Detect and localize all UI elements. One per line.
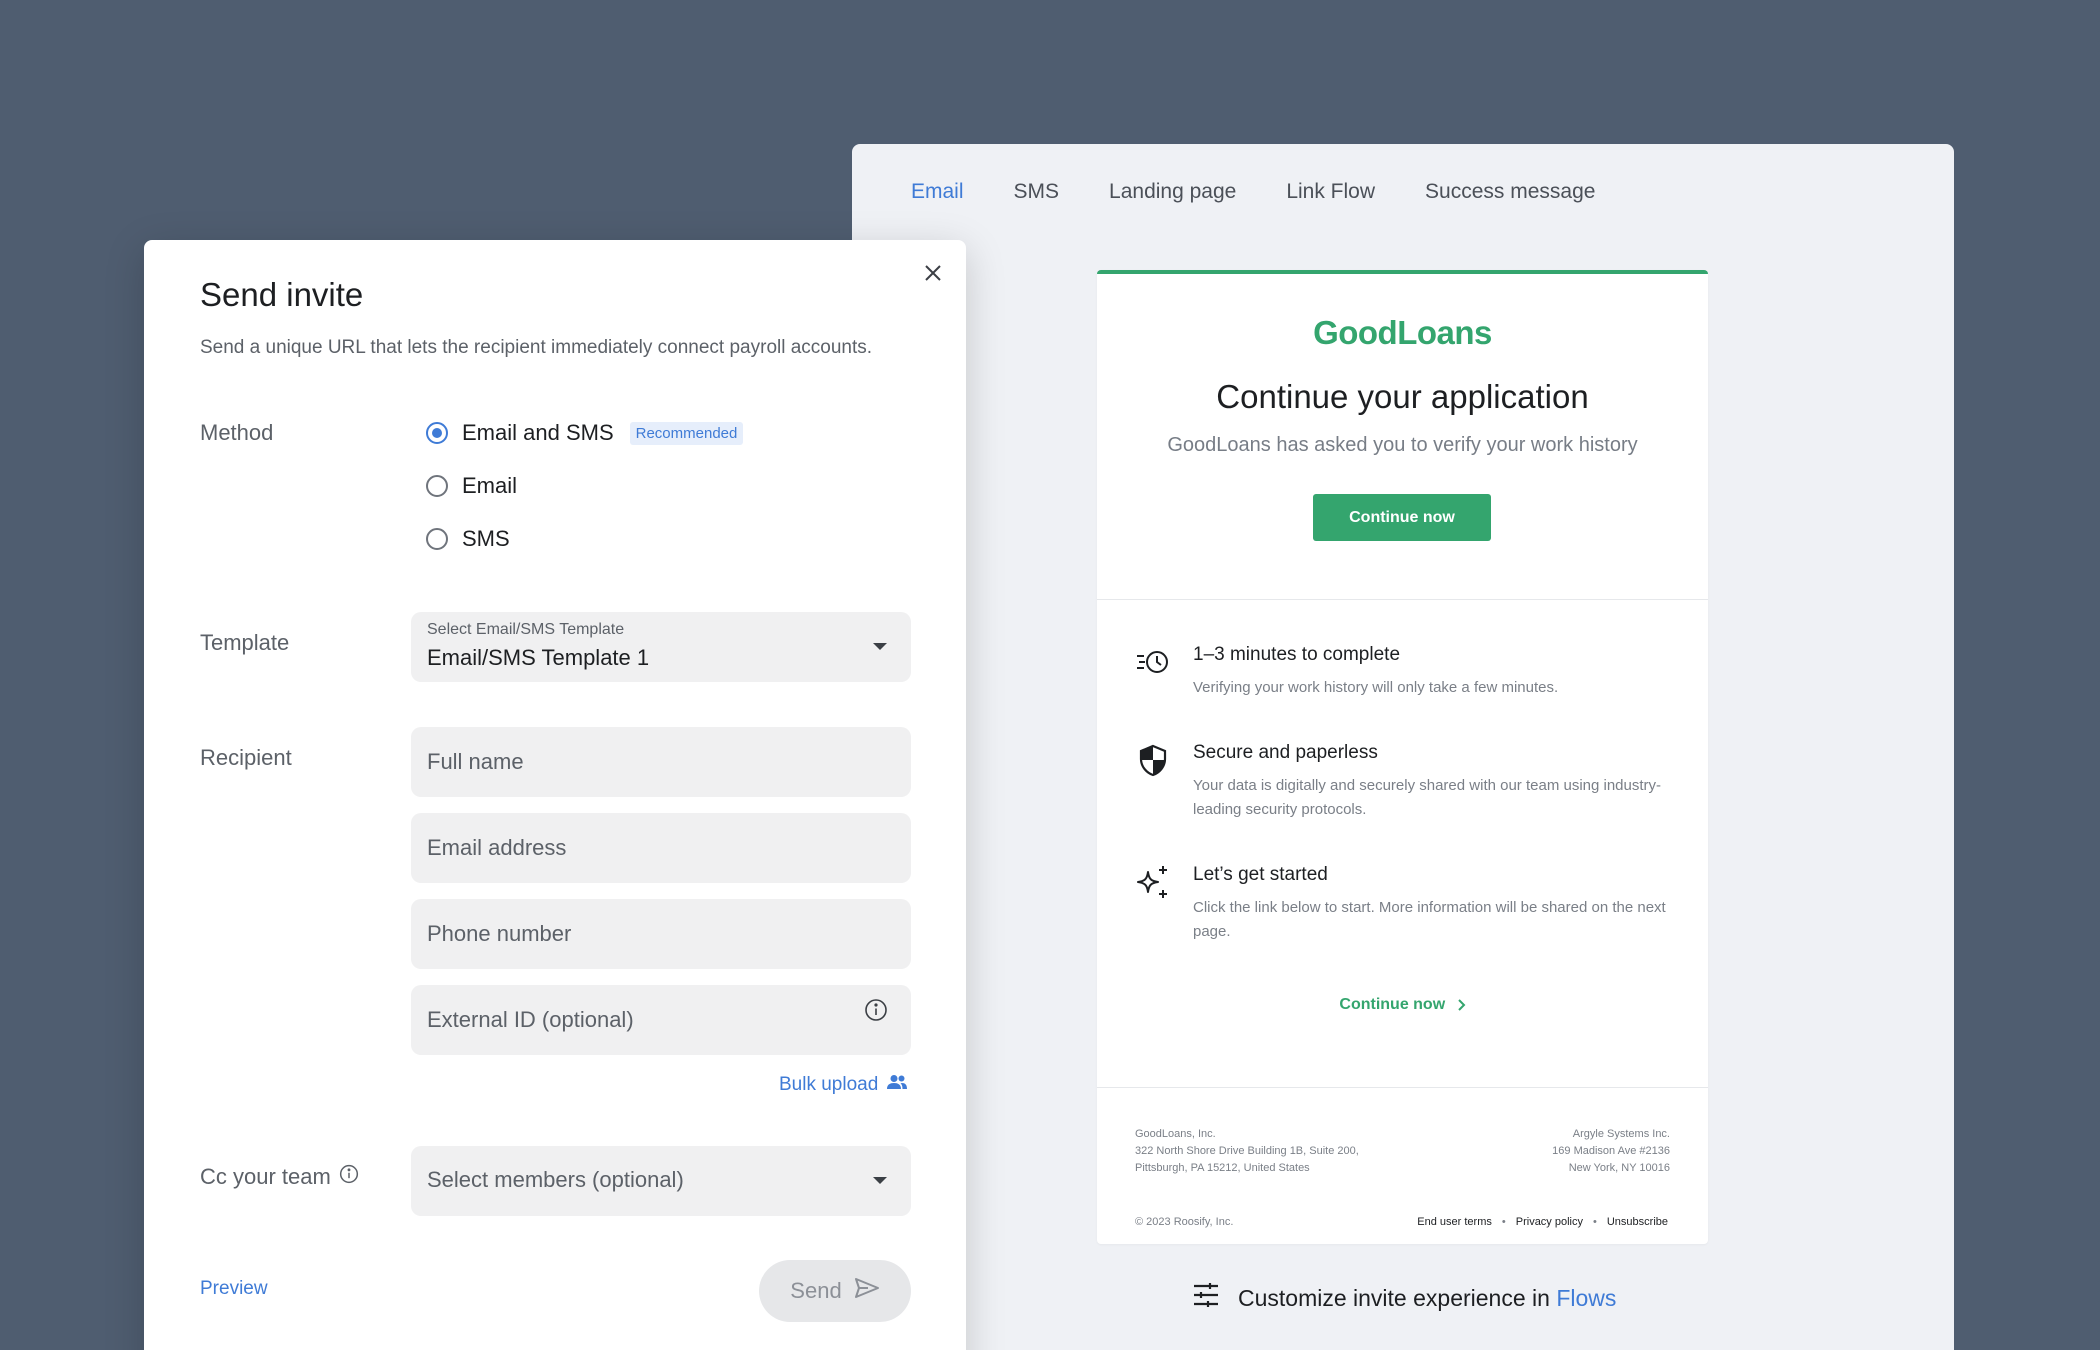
radio-button[interactable] — [426, 475, 448, 497]
shield-icon — [1135, 742, 1171, 778]
radio-label: SMS — [462, 526, 510, 551]
feature-description: Verifying your work history will only ta… — [1193, 679, 1559, 696]
copyright: © 2023 Roosify, Inc. — [1135, 1216, 1234, 1228]
phone-number-input[interactable] — [411, 899, 911, 969]
customize-text: Customize invite experience in — [1238, 1284, 1550, 1311]
template-select[interactable]: Select Email/SMS Template Email/SMS Temp… — [411, 612, 911, 682]
feature-description: Click the link below to start. More info… — [1193, 899, 1666, 940]
feature-description: Your data is digitally and securely shar… — [1193, 777, 1662, 818]
customize-invite-banner: Customize invite experience in Flows — [1192, 1282, 1616, 1314]
radio-button[interactable] — [426, 528, 448, 550]
modal-description: Send a unique URL that lets the recipien… — [200, 337, 873, 358]
footer-line: 322 North Shore Drive Building 1B, Suite… — [1135, 1145, 1359, 1157]
radio-label: Email — [462, 473, 518, 498]
caret-down-icon — [873, 1177, 887, 1184]
send-invite-modal: Send invite Send a unique URL that lets … — [144, 240, 966, 1350]
footer-links: End user terms • Privacy policy • Unsubs… — [1417, 1216, 1668, 1228]
email-heading: Continue your application — [1216, 378, 1589, 415]
send-icon — [854, 1277, 880, 1305]
recipient-label: Recipient — [200, 745, 292, 770]
cc-members-placeholder: Select members (optional) — [427, 1167, 684, 1192]
divider — [1097, 1087, 1708, 1088]
preview-link[interactable]: Preview — [200, 1278, 268, 1300]
brand-logo: GoodLoans — [1313, 314, 1492, 351]
method-option-sms[interactable]: SMS — [426, 526, 510, 552]
continue-now-link-label: Continue now — [1339, 996, 1446, 1013]
info-icon[interactable] — [339, 1164, 359, 1190]
feature-title: 1–3 minutes to complete — [1193, 644, 1401, 665]
send-button-label: Send — [790, 1278, 842, 1303]
tab-email[interactable]: Email — [911, 180, 964, 204]
sliders-icon — [1192, 1282, 1220, 1314]
preview-tabs: Email SMS Landing page Link Flow Success… — [911, 180, 1595, 204]
send-button[interactable]: Send — [759, 1260, 911, 1322]
continue-now-button[interactable]: Continue now — [1313, 494, 1491, 541]
email-subheading: GoodLoans has asked you to verify your w… — [1167, 434, 1638, 456]
external-id-input[interactable] — [411, 985, 911, 1055]
separator-dot: • — [1501, 1216, 1506, 1228]
feature-title: Secure and paperless — [1193, 742, 1378, 763]
method-option-email[interactable]: Email — [426, 473, 517, 499]
info-icon[interactable] — [864, 998, 888, 1022]
footer-line: 169 Madison Ave #2136 — [1552, 1145, 1670, 1157]
tab-sms[interactable]: SMS — [1014, 180, 1060, 204]
caret-down-icon — [873, 643, 887, 650]
cc-members-select[interactable]: Select members (optional) — [411, 1146, 911, 1216]
method-label: Method — [200, 420, 274, 445]
people-icon — [886, 1074, 908, 1096]
method-option-email-and-sms[interactable]: Email and SMS Recommended — [426, 420, 744, 446]
chevron-right-icon — [1457, 999, 1466, 1011]
template-select-label: Select Email/SMS Template — [427, 621, 625, 638]
invite-preview-panel: Email SMS Landing page Link Flow Success… — [852, 144, 1954, 1350]
tab-link-flow[interactable]: Link Flow — [1286, 180, 1375, 204]
footer-line: New York, NY 10016 — [1568, 1162, 1670, 1174]
recommended-badge: Recommended — [629, 421, 744, 445]
continue-now-link[interactable]: Continue now — [1097, 996, 1708, 1014]
clock-speed-icon — [1135, 644, 1171, 680]
privacy-policy-link[interactable]: Privacy policy — [1516, 1216, 1583, 1228]
flows-link[interactable]: Flows — [1556, 1285, 1616, 1311]
tab-landing-page[interactable]: Landing page — [1109, 180, 1236, 204]
close-icon[interactable] — [918, 258, 948, 288]
full-name-input[interactable] — [411, 727, 911, 797]
unsubscribe-link[interactable]: Unsubscribe — [1607, 1216, 1668, 1228]
template-label: Template — [200, 630, 290, 655]
radio-button[interactable] — [426, 422, 448, 444]
footer-line: Argyle Systems Inc. — [1572, 1128, 1670, 1140]
email-preview-card: GoodLoans Continue your application Good… — [1097, 270, 1708, 1244]
bulk-upload-link[interactable]: Bulk upload — [779, 1074, 908, 1096]
divider — [1097, 599, 1708, 600]
template-select-value: Email/SMS Template 1 — [427, 645, 650, 670]
tab-success-message[interactable]: Success message — [1425, 180, 1595, 204]
end-user-terms-link[interactable]: End user terms — [1417, 1216, 1492, 1228]
footer-company-address: GoodLoans, Inc. 322 North Shore Drive Bu… — [1135, 1126, 1359, 1177]
bulk-upload-label: Bulk upload — [779, 1074, 879, 1095]
cc-team-label-text: Cc your team — [200, 1164, 331, 1189]
footer-line: Pittsburgh, PA 15212, United States — [1135, 1162, 1310, 1174]
radio-label: Email and SMS — [462, 420, 614, 445]
cc-team-label: Cc your team — [200, 1164, 359, 1190]
modal-title: Send invite — [200, 276, 364, 313]
feature-title: Let’s get started — [1193, 864, 1328, 885]
email-address-input[interactable] — [411, 813, 911, 883]
footer-line: GoodLoans, Inc. — [1135, 1128, 1216, 1140]
footer-sender-address: Argyle Systems Inc. 169 Madison Ave #213… — [1552, 1126, 1670, 1177]
separator-dot: • — [1593, 1216, 1597, 1228]
sparkle-icon — [1135, 864, 1171, 900]
